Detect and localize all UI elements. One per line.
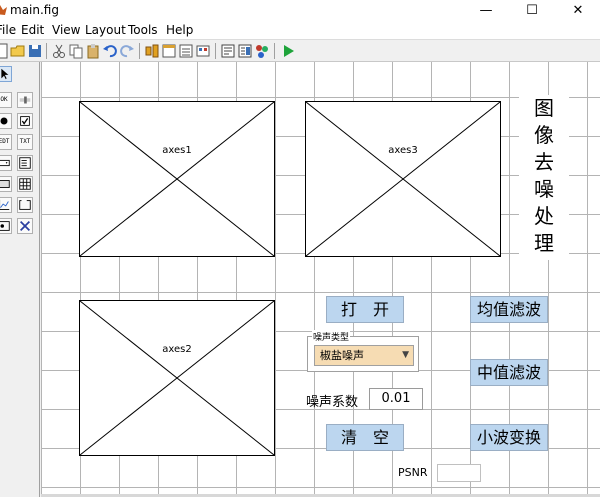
layout-canvas[interactable]: axes1 axes3 axes2 打 开 清 空 均值滤波 中值滤波 小波变换… bbox=[41, 62, 600, 494]
window-title: main.fig bbox=[10, 3, 59, 17]
app-title-char: 处 bbox=[534, 204, 554, 228]
radio-button-tool-icon[interactable] bbox=[0, 113, 12, 129]
object-browser-icon[interactable] bbox=[254, 43, 270, 59]
app-title-char: 像 bbox=[534, 123, 554, 147]
app-title-vertical: 图 像 去 噪 处 理 bbox=[519, 95, 569, 260]
select-arrow-icon[interactable] bbox=[0, 66, 12, 82]
psnr-label: PSNR bbox=[398, 466, 428, 479]
axes2-label: axes2 bbox=[162, 344, 192, 355]
toolbar-separator bbox=[215, 43, 216, 59]
popup-menu-tool-icon[interactable] bbox=[0, 155, 12, 171]
noise-type-selected: 椒盐噪声 bbox=[320, 349, 364, 362]
menu-layout[interactable]: Layout bbox=[85, 23, 126, 37]
toolbar-separator bbox=[274, 43, 275, 59]
activex-tool-icon[interactable] bbox=[17, 218, 33, 234]
component-palette: OK EDT TXT bbox=[0, 62, 40, 497]
axes2-cross bbox=[80, 301, 274, 455]
push-button-tool[interactable]: OK bbox=[0, 92, 12, 108]
median-filter-button[interactable]: 中值滤波 bbox=[470, 359, 548, 386]
edit-text-tool[interactable]: EDT bbox=[0, 134, 12, 150]
menu-bar: File Edit View Layout Tools Help bbox=[0, 22, 600, 40]
panel-tool-icon[interactable] bbox=[17, 197, 33, 213]
menu-view[interactable]: View bbox=[52, 23, 80, 37]
noise-coefficient-input[interactable]: 0.01 bbox=[369, 388, 423, 410]
align-objects-icon[interactable] bbox=[144, 43, 160, 59]
noise-coefficient-label: 噪声系数 bbox=[306, 395, 359, 410]
app-title-char: 图 bbox=[534, 96, 554, 120]
menu-editor-icon[interactable] bbox=[161, 43, 177, 59]
new-file-icon[interactable] bbox=[0, 43, 10, 59]
toolbar-separator bbox=[46, 43, 47, 59]
chevron-down-icon[interactable]: ▼ bbox=[402, 346, 409, 365]
matlab-app-icon bbox=[0, 5, 7, 15]
toggle-button-tool-icon[interactable] bbox=[0, 176, 12, 192]
app-title-char: 噪 bbox=[534, 177, 554, 201]
toolbar-separator bbox=[139, 43, 140, 59]
button-group-tool-icon[interactable] bbox=[0, 218, 12, 234]
axes1-cross bbox=[80, 102, 274, 256]
wavelet-transform-button[interactable]: 小波变换 bbox=[470, 424, 548, 451]
open-button[interactable]: 打 开 bbox=[326, 296, 404, 323]
static-text-tool[interactable]: TXT bbox=[17, 134, 33, 150]
noise-type-group[interactable]: 噪声类型 椒盐噪声 ▼ bbox=[307, 330, 419, 372]
toolbar bbox=[0, 40, 600, 62]
maximize-button[interactable]: ☐ bbox=[509, 0, 555, 22]
cut-icon[interactable] bbox=[51, 43, 67, 59]
toolbar-editor-icon[interactable] bbox=[195, 43, 211, 59]
undo-icon[interactable] bbox=[102, 43, 118, 59]
psnr-output[interactable] bbox=[437, 464, 481, 482]
axes3-cross bbox=[306, 102, 500, 256]
checkbox-tool-icon[interactable] bbox=[17, 113, 33, 129]
slider-tool-icon[interactable] bbox=[17, 92, 33, 108]
noise-type-group-title: 噪声类型 bbox=[312, 330, 351, 343]
menu-edit[interactable]: Edit bbox=[21, 23, 44, 37]
tab-order-editor-icon[interactable] bbox=[178, 43, 194, 59]
editor-icon[interactable] bbox=[220, 43, 236, 59]
copy-icon[interactable] bbox=[68, 43, 84, 59]
mean-filter-button[interactable]: 均值滤波 bbox=[470, 296, 548, 323]
axes2-placeholder[interactable]: axes2 bbox=[79, 300, 275, 456]
axes1-placeholder[interactable]: axes1 bbox=[79, 101, 275, 257]
axes3-label: axes3 bbox=[388, 145, 418, 156]
open-folder-icon[interactable] bbox=[10, 43, 26, 59]
menu-help[interactable]: Help bbox=[166, 23, 193, 37]
table-tool-icon[interactable] bbox=[17, 176, 33, 192]
menu-file[interactable]: File bbox=[0, 23, 16, 37]
property-inspector-icon[interactable] bbox=[237, 43, 253, 59]
listbox-tool-icon[interactable] bbox=[17, 155, 33, 171]
save-icon[interactable] bbox=[27, 43, 43, 59]
noise-type-select[interactable]: 椒盐噪声 ▼ bbox=[314, 345, 414, 366]
app-title-char: 理 bbox=[534, 231, 554, 255]
menu-tools[interactable]: Tools bbox=[128, 23, 158, 37]
guide-window: main.fig — ☐ ✕ File Edit View Layout Too… bbox=[0, 0, 600, 497]
run-icon[interactable] bbox=[280, 43, 296, 59]
clear-button[interactable]: 清 空 bbox=[326, 424, 404, 451]
minimize-button[interactable]: — bbox=[463, 0, 509, 22]
close-button[interactable]: ✕ bbox=[555, 0, 600, 22]
axes3-placeholder[interactable]: axes3 bbox=[305, 101, 501, 257]
app-title-char: 去 bbox=[534, 150, 554, 174]
axes-tool-icon[interactable] bbox=[0, 197, 12, 213]
title-bar: main.fig — ☐ ✕ bbox=[0, 0, 600, 22]
paste-icon[interactable] bbox=[85, 43, 101, 59]
axes1-label: axes1 bbox=[162, 145, 192, 156]
redo-icon[interactable] bbox=[119, 43, 135, 59]
